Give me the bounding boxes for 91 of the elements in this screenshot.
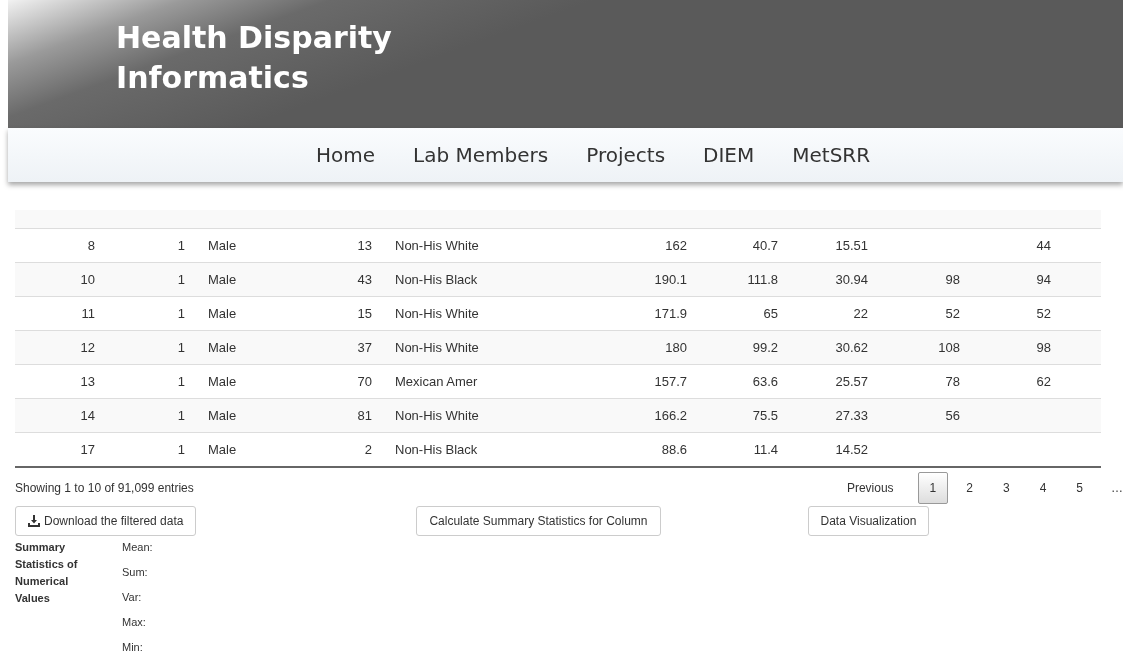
entries-info: Showing 1 to 10 of 91,099 entries [15, 481, 194, 495]
table-cell-text: Male [207, 272, 238, 287]
page-button[interactable]: 5 [1064, 472, 1095, 504]
table-cell-text: 11 [80, 306, 96, 321]
table-cell-text: 190.1 [653, 272, 688, 287]
table-cell-text: 1 [176, 272, 186, 287]
page-button[interactable]: 1 [917, 472, 949, 504]
stat-label: Var: [122, 590, 143, 605]
table-cell-text: 11.4 [752, 442, 779, 457]
table-cell-text: 98 [1035, 340, 1052, 355]
table-cell-text: Non-His White [394, 408, 480, 423]
previous-link[interactable]: Previous [834, 472, 906, 504]
table-cell-text: 166.2 [653, 408, 688, 423]
table-cell-text: 1 [176, 442, 186, 457]
table-cell-text: 14 [79, 408, 96, 423]
table-cell-text: Male [207, 442, 238, 457]
table-cell-text: 8 [86, 238, 96, 253]
table-cell-text: Male [207, 238, 238, 253]
nav-link[interactable]: Projects [586, 143, 666, 167]
table-cell-text: 2 [363, 442, 373, 457]
stat-label: Max: [122, 615, 147, 630]
table-cell-text: Male [207, 408, 238, 423]
table-cell-text: 52 [1035, 306, 1052, 321]
table-cell-text: 12 [79, 340, 96, 355]
nav-link[interactable]: Home [316, 143, 376, 167]
table-cell-text: Non-His Black [394, 272, 479, 287]
table-cell-text: 81 [356, 408, 373, 423]
nav-link[interactable]: MetSRR [792, 143, 871, 167]
table-cell-text: 88.6 [660, 442, 688, 457]
table-cell-text: 98 [944, 272, 961, 287]
table-cell-text: Non-His White [394, 340, 480, 355]
table-cell-text: Male [207, 374, 238, 389]
download-icon [28, 515, 40, 527]
table-cell-text: 14.52 [834, 442, 869, 457]
nav-link[interactable]: DIEM [703, 143, 755, 167]
table-cell-text: 180 [664, 340, 688, 355]
table-cell-text: 13 [79, 374, 96, 389]
table-cell-text: 43 [356, 272, 373, 287]
table-cell-text: 108 [937, 340, 961, 355]
visualization-button[interactable]: Data Visualization [807, 506, 930, 536]
table-cell-text: 1 [176, 238, 186, 253]
table-cell-text: Non-His White [394, 306, 480, 321]
table-cell-text: 30.94 [834, 272, 869, 287]
table-cell-text: 10 [79, 272, 96, 287]
table-cell-text: 111.8 [746, 272, 779, 287]
table-cell-text: 22 [852, 306, 869, 321]
table-cell-text: 15 [356, 306, 373, 321]
page-button[interactable]: 3 [990, 472, 1022, 504]
table-cell-text: 56 [944, 408, 961, 423]
table-cell-text: 62 [1035, 374, 1052, 389]
table-cell-text: 78 [944, 374, 961, 389]
table-cell-text: Male [207, 340, 238, 355]
ellipsis: … [1110, 481, 1123, 495]
table-cell-text: 1 [176, 340, 186, 355]
table-cell-text: 1 [176, 408, 186, 423]
table-cell-text: 40.7 [751, 238, 779, 253]
table-cell-text: 1 [176, 374, 186, 389]
table-cell-text: 99.2 [751, 340, 779, 355]
stat-label: Mean: [122, 540, 153, 555]
site-title: Health Disparity [116, 19, 393, 57]
table-cell-text: Non-His White [394, 238, 480, 253]
stat-label: Min: [122, 640, 144, 655]
table-cell-text: 13 [356, 238, 373, 253]
table-cell-text: 37 [356, 340, 373, 355]
table-cell-text: 65 [762, 306, 779, 321]
table-cell-text: 157.7 [653, 374, 688, 389]
table-cell-text: 94 [1035, 272, 1052, 287]
table-cell-text: 52 [944, 306, 961, 321]
table-cell-text: 25.57 [834, 374, 869, 389]
site-title: Informatics [116, 59, 310, 97]
table-cell-text: Non-His Black [394, 442, 479, 457]
page-button[interactable]: 4 [1027, 472, 1059, 504]
table-cell-text: 30.62 [834, 340, 869, 355]
table-cell-text: 27.33 [834, 408, 869, 423]
table-cell-text: 44 [1035, 238, 1052, 253]
table-cell-text: 15.51 [834, 238, 869, 253]
table-cell-text: 75.5 [751, 408, 779, 423]
stat-label: Sum: [122, 565, 149, 580]
table-cell-text: 162 [664, 238, 688, 253]
calculate-button[interactable]: Calculate Summary Statistics for Column [416, 506, 661, 536]
download-button[interactable]: Download the filtered data [15, 506, 197, 536]
table-cell-text: 1 [176, 306, 186, 321]
summary-title: Summary Statistics of Numerical Values [15, 540, 79, 606]
table-cell-text: 17 [79, 442, 96, 457]
table-cell-text: 171.9 [653, 306, 688, 321]
table-cell-text: 70 [356, 374, 373, 389]
nav-link[interactable]: Lab Members [413, 143, 549, 167]
table-cell-text: 63.6 [751, 374, 779, 389]
table-cell-text: Male [207, 306, 238, 321]
table-cell-text: Mexican Amer [394, 374, 479, 389]
page-button[interactable]: 2 [954, 472, 985, 504]
